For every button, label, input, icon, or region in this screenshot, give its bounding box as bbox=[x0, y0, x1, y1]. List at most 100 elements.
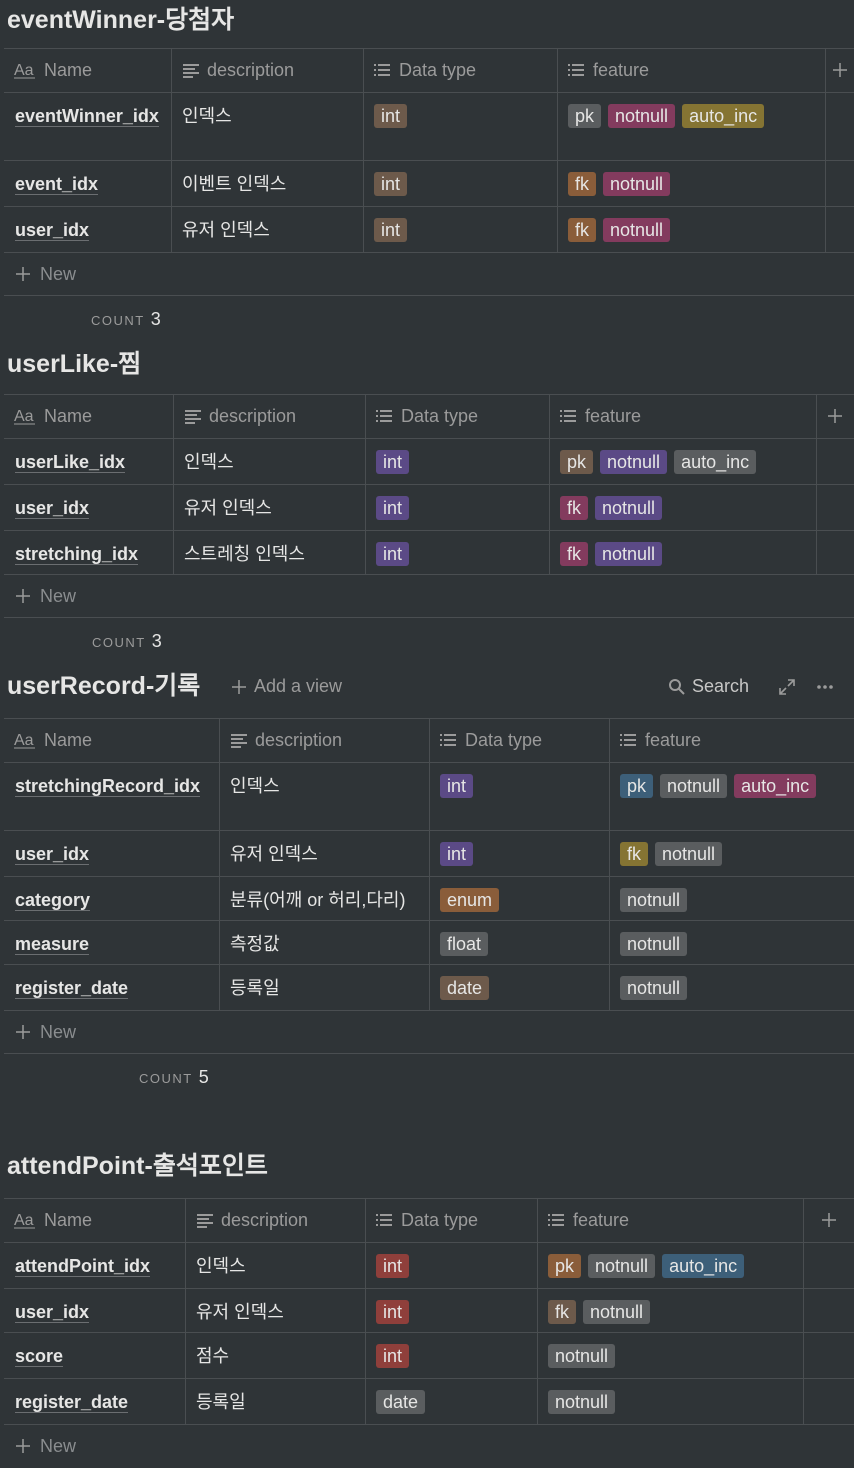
column-header-description[interactable]: description bbox=[173, 394, 365, 438]
row-feature-cell[interactable]: pk notnull auto_inc bbox=[557, 93, 854, 129]
new-row-button[interactable]: New bbox=[4, 253, 854, 295]
row-description-cell[interactable]: 측정값 bbox=[219, 921, 429, 957]
add-property-button[interactable] bbox=[816, 394, 854, 438]
row-feature-cell[interactable]: fk notnull bbox=[609, 831, 854, 867]
row-description-cell[interactable]: 스트레칭 인덱스 bbox=[173, 531, 365, 567]
column-header-description[interactable]: description bbox=[171, 48, 363, 92]
row-description-cell[interactable]: 유저 인덱스 bbox=[219, 831, 429, 867]
row-name-cell[interactable]: measure bbox=[4, 921, 217, 957]
row-data-type-cell[interactable]: date bbox=[365, 1379, 537, 1415]
new-row-button[interactable]: New bbox=[4, 1011, 854, 1053]
row-description-cell[interactable]: 인덱스 bbox=[185, 1243, 365, 1279]
row-feature-cell[interactable]: pk notnull auto_inc bbox=[537, 1243, 854, 1279]
row-description-cell[interactable]: 점수 bbox=[185, 1333, 365, 1369]
row-data-type-cell[interactable]: int bbox=[365, 485, 549, 521]
more-options-button[interactable] bbox=[816, 678, 834, 696]
row-data-type-cell[interactable]: int bbox=[363, 93, 557, 129]
row-description-cell[interactable]: 인덱스 bbox=[173, 439, 365, 475]
row-name-cell[interactable]: attendPoint_idx bbox=[4, 1243, 183, 1279]
row-data-type-cell[interactable]: int bbox=[429, 831, 609, 867]
column-header-name[interactable]: Aa Name bbox=[4, 394, 173, 438]
table-row[interactable]: stretching_idx 스트레칭 인덱스 int fk notnull bbox=[4, 531, 854, 574]
row-name-cell[interactable]: user_idx bbox=[4, 831, 217, 867]
table-row[interactable]: event_idx 이벤트 인덱스 int fk notnull bbox=[4, 161, 854, 206]
row-description-cell[interactable]: 인덱스 bbox=[219, 763, 429, 799]
new-row-button[interactable]: New bbox=[4, 1425, 854, 1467]
column-header-data-type[interactable]: Data type bbox=[429, 718, 609, 762]
row-feature-cell[interactable]: fk notnull bbox=[537, 1289, 854, 1325]
row-description-cell[interactable]: 등록일 bbox=[185, 1379, 365, 1415]
row-name-cell[interactable]: category bbox=[4, 877, 217, 913]
row-description-cell[interactable]: 이벤트 인덱스 bbox=[171, 161, 363, 197]
column-header-data-type[interactable]: Data type bbox=[365, 394, 549, 438]
table-row[interactable]: eventWinner_idx 인덱스 int pk notnull auto_inc bbox=[4, 93, 854, 160]
row-feature-cell[interactable]: pk notnull auto_inc bbox=[609, 763, 854, 799]
row-data-type-cell[interactable]: enum bbox=[429, 877, 609, 913]
row-data-type-cell[interactable]: int bbox=[365, 531, 549, 567]
table-row[interactable]: user_idx 유저 인덱스 int fk notnull bbox=[4, 831, 854, 876]
table-row[interactable]: score 점수 int notnull bbox=[4, 1333, 854, 1378]
row-data-type-cell[interactable]: int bbox=[429, 763, 609, 799]
column-header-data-type[interactable]: Data type bbox=[363, 48, 557, 92]
row-data-type-cell[interactable]: int bbox=[365, 1333, 537, 1369]
row-data-type-cell[interactable]: int bbox=[363, 207, 557, 243]
row-feature-cell[interactable]: fk notnull bbox=[557, 161, 854, 197]
search-button[interactable]: Search bbox=[668, 676, 749, 697]
row-name-cell[interactable]: user_idx bbox=[4, 1289, 183, 1325]
row-feature-cell[interactable]: notnull bbox=[609, 965, 854, 1001]
table-row[interactable]: user_idx 유저 인덱스 int fk notnull bbox=[4, 207, 854, 252]
database-title[interactable]: attendPoint-출석포인트 bbox=[7, 1146, 268, 1186]
database-title[interactable]: eventWinner-당첨자 bbox=[7, 0, 234, 40]
row-feature-cell[interactable]: fk notnull bbox=[557, 207, 854, 243]
add-property-button[interactable] bbox=[803, 1198, 854, 1242]
row-feature-cell[interactable]: fk notnull bbox=[549, 531, 854, 567]
table-row[interactable]: attendPoint_idx 인덱스 int pk notnull auto_inc bbox=[4, 1243, 854, 1288]
row-description-cell[interactable]: 분류(어깨 or 허리,다리) bbox=[219, 877, 429, 913]
table-row[interactable]: userLike_idx 인덱스 int pk notnull auto_inc bbox=[4, 439, 854, 484]
row-description-cell[interactable]: 유저 인덱스 bbox=[173, 485, 365, 521]
database-title[interactable]: userLike-찜 bbox=[7, 344, 141, 384]
row-description-cell[interactable]: 인덱스 bbox=[171, 93, 363, 129]
row-name-cell[interactable]: user_idx bbox=[4, 207, 169, 243]
row-description-cell[interactable]: 등록일 bbox=[219, 965, 429, 1001]
row-name-cell[interactable]: event_idx bbox=[4, 161, 169, 197]
column-header-description[interactable]: description bbox=[185, 1198, 365, 1242]
column-header-name[interactable]: Aa Name bbox=[4, 718, 219, 762]
row-name-cell[interactable]: stretching_idx bbox=[4, 531, 171, 567]
table-row[interactable]: stretchingRecord_idx 인덱스 int pk notnull auto_… bbox=[4, 763, 854, 830]
column-header-description[interactable]: description bbox=[219, 718, 429, 762]
add-property-button[interactable] bbox=[825, 48, 854, 92]
table-row[interactable]: category 분류(어깨 or 허리,다리) enum notnull bbox=[4, 877, 854, 920]
row-name-cell[interactable]: userLike_idx bbox=[4, 439, 171, 475]
row-feature-cell[interactable]: notnull bbox=[537, 1333, 854, 1369]
row-name-cell[interactable]: stretchingRecord_idx bbox=[4, 763, 217, 799]
row-feature-cell[interactable]: notnull bbox=[609, 921, 854, 957]
table-row[interactable]: measure 측정값 float notnull bbox=[4, 921, 854, 964]
count-footer[interactable]: COUNT 5 bbox=[139, 1067, 209, 1088]
row-data-type-cell[interactable]: int bbox=[365, 439, 549, 475]
column-header-data-type[interactable]: Data type bbox=[365, 1198, 537, 1242]
row-data-type-cell[interactable]: int bbox=[365, 1243, 537, 1279]
row-data-type-cell[interactable]: int bbox=[363, 161, 557, 197]
row-name-cell[interactable]: eventWinner_idx bbox=[4, 93, 169, 129]
row-data-type-cell[interactable]: int bbox=[365, 1289, 537, 1325]
column-header-name[interactable]: Aa Name bbox=[4, 1198, 185, 1242]
table-row[interactable]: user_idx 유저 인덱스 int fk notnull bbox=[4, 485, 854, 530]
column-header-name[interactable]: Aa Name bbox=[4, 48, 171, 92]
column-header-feature[interactable]: feature bbox=[609, 718, 854, 762]
row-name-cell[interactable]: score bbox=[4, 1333, 183, 1369]
new-row-button[interactable]: New bbox=[4, 575, 854, 617]
table-row[interactable]: register_date 등록일 date notnull bbox=[4, 965, 854, 1010]
row-name-cell[interactable]: user_idx bbox=[4, 485, 171, 521]
add-view-button[interactable]: Add a view bbox=[230, 676, 342, 697]
row-data-type-cell[interactable]: float bbox=[429, 921, 609, 957]
row-feature-cell[interactable]: notnull bbox=[609, 877, 854, 913]
row-description-cell[interactable]: 유저 인덱스 bbox=[171, 207, 363, 243]
column-header-feature[interactable]: feature bbox=[557, 48, 825, 92]
count-footer[interactable]: COUNT 3 bbox=[91, 309, 161, 330]
row-feature-cell[interactable]: pk notnull auto_inc bbox=[549, 439, 854, 475]
table-row[interactable]: register_date 등록일 date notnull bbox=[4, 1379, 854, 1424]
row-feature-cell[interactable]: notnull bbox=[537, 1379, 854, 1415]
table-row[interactable]: user_idx 유저 인덱스 int fk notnull bbox=[4, 1289, 854, 1332]
database-title[interactable]: userRecord-기록 bbox=[7, 666, 200, 706]
